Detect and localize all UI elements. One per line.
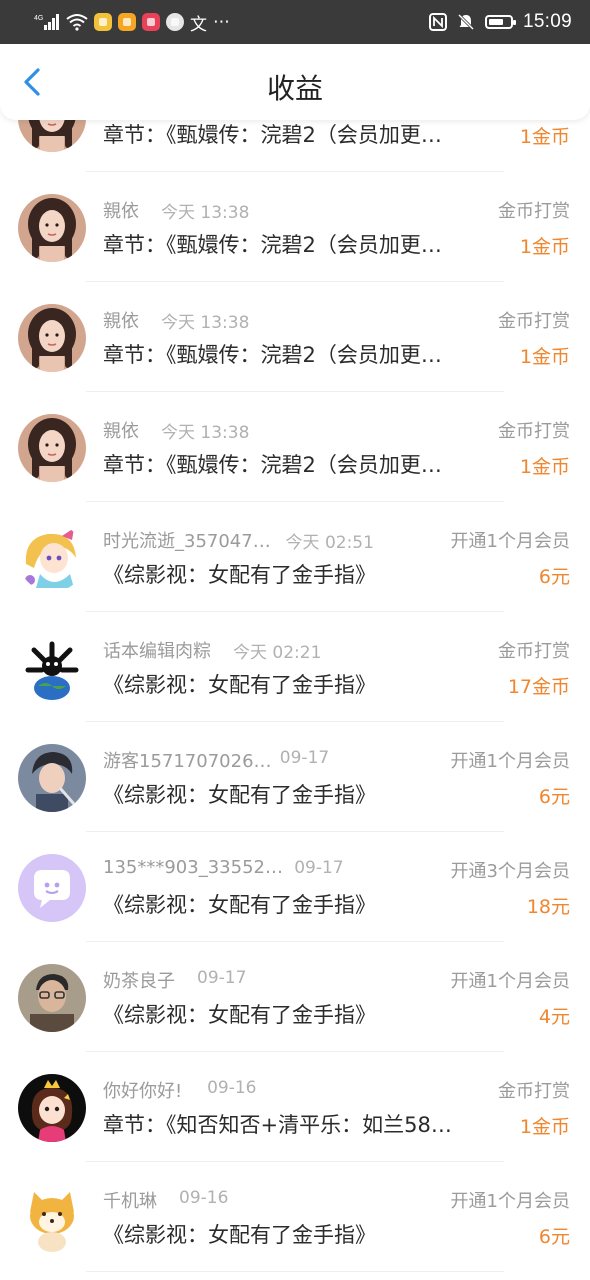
user-name: 时光流逝_357047… bbox=[103, 531, 271, 552]
earning-amount: 1金币 bbox=[519, 126, 570, 148]
row-divider bbox=[86, 1271, 504, 1272]
earning-description: 《综影视：女配有了金手指》 bbox=[103, 563, 376, 587]
status-left: 4G 文 ⋯ bbox=[34, 10, 230, 35]
earning-description: 《综影视：女配有了金手指》 bbox=[103, 1003, 376, 1027]
battery-icon bbox=[484, 15, 516, 29]
user-name: 親依 bbox=[103, 311, 139, 332]
earning-description: 章节：《知否知否+清平乐：如兰58… bbox=[103, 1113, 452, 1137]
user-name: 親依 bbox=[103, 201, 139, 222]
timestamp: 09-16 bbox=[207, 1078, 257, 1098]
earning-type: 金币打赏 bbox=[498, 1081, 570, 1102]
wifi-icon bbox=[66, 14, 88, 31]
user-name: 135***903_33552… bbox=[103, 857, 283, 878]
avatar[interactable] bbox=[18, 524, 86, 592]
user-name: 千机琳 bbox=[103, 1191, 157, 1212]
earning-type: 金币打赏 bbox=[498, 201, 570, 222]
earnings-list: 章节：《甄嬛传：浣碧2（会员加更… 1金币 親依 今天 13:38 金币打赏 章节：《甄嬛… bbox=[0, 62, 590, 1272]
header-bar: 收益 bbox=[0, 44, 590, 120]
earning-type: 开通1个月会员 bbox=[450, 531, 570, 552]
earning-type: 开通1个月会员 bbox=[450, 971, 570, 992]
timestamp: 今天 13:38 bbox=[161, 313, 250, 333]
status-bar: 4G 文 ⋯ 15:09 bbox=[0, 0, 590, 44]
earning-amount: 1金币 bbox=[519, 1116, 570, 1138]
avatar[interactable] bbox=[18, 964, 86, 1032]
list-item[interactable]: 话本编辑肉粽 今天 02:21 金币打赏《综影视：女配有了金手指》 17金币 bbox=[0, 612, 590, 722]
battery-level-fill bbox=[488, 19, 503, 25]
status-right: 15:09 bbox=[428, 10, 572, 34]
list-item[interactable]: 奶茶良子 09-17 开通1个月会员《综影视：女配有了金手指》 4元 bbox=[0, 942, 590, 1052]
earning-amount: 4元 bbox=[538, 1006, 570, 1028]
timestamp: 09-17 bbox=[279, 748, 330, 768]
earning-amount: 1金币 bbox=[519, 456, 570, 478]
list-item[interactable]: 親依 今天 13:38 金币打赏章节：《甄嬛传：浣碧2（会员加更… 1金币 bbox=[0, 172, 590, 282]
user-name: 親依 bbox=[103, 421, 139, 442]
earning-type: 开通1个月会员 bbox=[450, 1191, 570, 1212]
earning-description: 《综影视：女配有了金手指》 bbox=[103, 893, 376, 917]
earning-amount: 18元 bbox=[526, 896, 570, 918]
earning-type: 金币打赏 bbox=[498, 421, 570, 442]
notes-app-icon bbox=[118, 13, 136, 31]
user-name: 话本编辑肉粽 bbox=[103, 641, 211, 662]
earning-description: 章节：《甄嬛传：浣碧2（会员加更… bbox=[103, 233, 442, 257]
earning-description: 章节：《甄嬛传：浣碧2（会员加更… bbox=[103, 343, 442, 367]
list-item[interactable]: 親依 今天 13:38 金币打赏章节：《甄嬛传：浣碧2（会员加更… 1金币 bbox=[0, 392, 590, 502]
earning-description: 《综影视：女配有了金手指》 bbox=[103, 783, 376, 807]
list-item[interactable]: 135***903_33552… 09-17 开通3个月会员《综影视：女配有了金手指… bbox=[0, 832, 590, 942]
earning-type: 金币打赏 bbox=[498, 641, 570, 662]
list-item[interactable]: 千机琳 09-16 开通1个月会员《综影视：女配有了金手指》 6元 bbox=[0, 1162, 590, 1272]
timestamp: 今天 13:38 bbox=[161, 203, 250, 223]
earning-amount: 1金币 bbox=[519, 236, 570, 258]
timestamp: 今天 13:38 bbox=[161, 423, 250, 443]
user-name: 你好你好! bbox=[103, 1081, 183, 1102]
mute-bell-icon bbox=[457, 13, 475, 31]
list-item[interactable]: 游客1571707026… 09-17 开通1个月会员《综影视：女配有了金手指》 6元 bbox=[0, 722, 590, 832]
avatar[interactable] bbox=[18, 194, 86, 262]
reader-app-icon bbox=[142, 13, 160, 31]
browser-app-icon bbox=[166, 13, 184, 31]
status-time: 15:09 bbox=[522, 11, 572, 32]
earning-description: 《综影视：女配有了金手指》 bbox=[103, 1223, 376, 1247]
user-name: 游客1571707026… bbox=[103, 751, 272, 772]
nfc-icon bbox=[428, 13, 447, 31]
more-notifications-icon: ⋯ bbox=[213, 12, 230, 32]
earning-amount: 6元 bbox=[538, 786, 570, 808]
avatar[interactable] bbox=[18, 304, 86, 372]
earning-amount: 6元 bbox=[538, 1226, 570, 1248]
avatar[interactable] bbox=[18, 1184, 86, 1252]
alipay-icon: 文 bbox=[190, 14, 207, 35]
list-item[interactable]: 你好你好! 09-16 金币打赏章节：《知否知否+清平乐：如兰58… 1金币 bbox=[0, 1052, 590, 1162]
avatar[interactable] bbox=[18, 1074, 86, 1142]
earning-amount: 1金币 bbox=[519, 346, 570, 368]
avatar[interactable] bbox=[18, 744, 86, 812]
earning-type: 开通3个月会员 bbox=[450, 861, 570, 882]
earning-description: 章节：《甄嬛传：浣碧2（会员加更… bbox=[103, 123, 442, 147]
earning-description: 《综影视：女配有了金手指》 bbox=[103, 673, 376, 697]
avatar[interactable] bbox=[18, 414, 86, 482]
signal-icon: 4G bbox=[34, 14, 59, 30]
page-title: 收益 bbox=[266, 72, 323, 105]
list-item[interactable]: 时光流逝_357047… 今天 02:51 开通1个月会员《综影视：女配有了金手指》… bbox=[0, 502, 590, 612]
user-name: 奶茶良子 bbox=[103, 971, 175, 992]
weibo-app-icon bbox=[94, 13, 112, 31]
timestamp: 09-17 bbox=[294, 858, 344, 878]
list-item[interactable]: 親依 今天 13:38 金币打赏章节：《甄嬛传：浣碧2（会员加更… 1金币 bbox=[0, 282, 590, 392]
network-type-label: 4G bbox=[34, 15, 43, 22]
timestamp: 09-16 bbox=[179, 1188, 229, 1208]
timestamp: 09-17 bbox=[197, 968, 247, 988]
earning-type: 开通1个月会员 bbox=[450, 751, 570, 772]
avatar[interactable] bbox=[18, 634, 86, 702]
earning-amount: 6元 bbox=[538, 566, 570, 588]
timestamp: 今天 02:51 bbox=[285, 533, 374, 553]
earning-amount: 17金币 bbox=[507, 676, 570, 698]
avatar[interactable] bbox=[18, 854, 86, 922]
earning-type: 金币打赏 bbox=[498, 311, 570, 332]
earning-description: 章节：《甄嬛传：浣碧2（会员加更… bbox=[103, 453, 442, 477]
timestamp: 今天 02:21 bbox=[233, 643, 322, 663]
